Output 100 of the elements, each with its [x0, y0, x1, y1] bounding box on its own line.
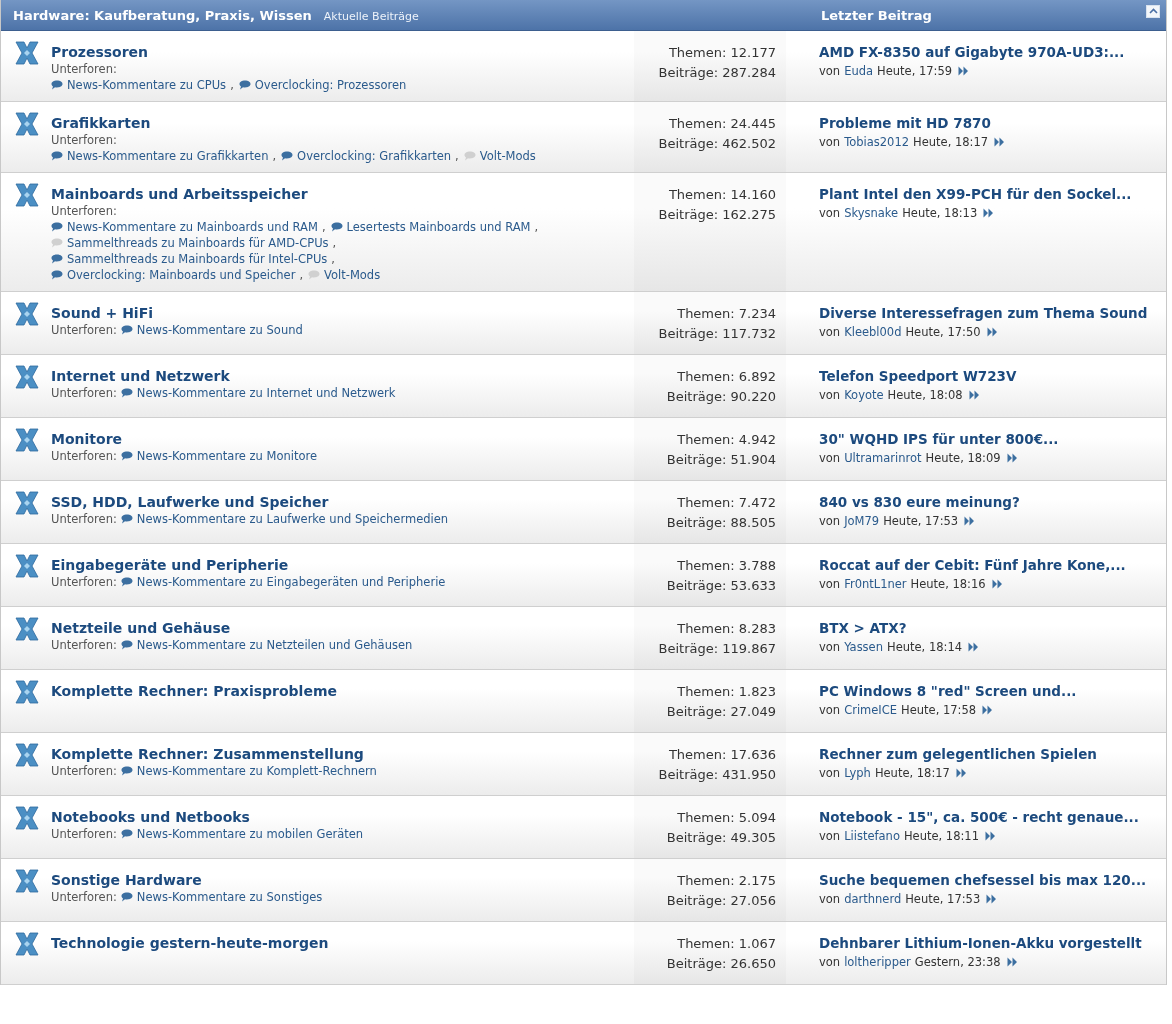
- author-link[interactable]: Skysnake: [844, 204, 899, 222]
- forum-title[interactable]: Mainboards und Arbeitsspeicher: [51, 185, 630, 203]
- subforum-link[interactable]: Lesertests Mainboards und RAM: [346, 220, 531, 234]
- last-post-title[interactable]: Dehnbarer Lithium-Ionen-Akku vorgestellt: [819, 933, 1162, 953]
- separator-comma: ,: [534, 220, 539, 234]
- by-label: von: [819, 639, 841, 656]
- subforum-link[interactable]: News-Kommentare zu Monitore: [136, 449, 318, 463]
- recent-posts-link[interactable]: Aktuelle Beiträge: [323, 9, 419, 23]
- forum-title[interactable]: Monitore: [51, 430, 630, 448]
- by-label: von: [819, 450, 841, 467]
- go-to-post-icon[interactable]: [958, 66, 970, 76]
- subforums-label: Unterforen:: [51, 512, 117, 526]
- subforum-link[interactable]: Overclocking: Mainboards und Speicher: [67, 268, 296, 282]
- post-time: Heute, 18:17: [874, 765, 950, 782]
- forum-title[interactable]: Sound + HiFi: [51, 304, 630, 322]
- go-to-post-icon[interactable]: [1006, 453, 1018, 463]
- go-to-post-icon[interactable]: [968, 642, 980, 652]
- subforum-link[interactable]: News-Kommentare zu Sound: [136, 323, 303, 337]
- forum-title[interactable]: Technologie gestern-heute-morgen: [51, 934, 630, 952]
- last-post-title[interactable]: Roccat auf der Cebit: Fünf Jahre Kone,...: [819, 555, 1162, 575]
- go-to-post-icon[interactable]: [982, 705, 994, 715]
- last-post-title[interactable]: PC Windows 8 "red" Screen und...: [819, 681, 1162, 701]
- author-link[interactable]: JoM79: [844, 512, 880, 530]
- forum-title[interactable]: Netzteile und Gehäuse: [51, 619, 630, 637]
- subforum-link[interactable]: Overclocking: Grafikkarten: [297, 149, 452, 163]
- forum-title[interactable]: Notebooks und Netbooks: [51, 808, 630, 826]
- go-to-post-icon[interactable]: [1006, 957, 1018, 967]
- author-link[interactable]: Tobias2012: [844, 133, 910, 151]
- forum-title[interactable]: Grafikkarten: [51, 114, 630, 132]
- subforum-link[interactable]: News-Kommentare zu Eingabegeräten und Peripherie: [136, 575, 446, 589]
- last-post-title[interactable]: Plant Intel den X99-PCH für den Sockel...: [819, 184, 1162, 204]
- forum-title[interactable]: SSD, HDD, Laufwerke und Speicher: [51, 493, 630, 511]
- forum-title[interactable]: Sonstige Hardware: [51, 871, 630, 889]
- forum-title[interactable]: Komplette Rechner: Praxisprobleme: [51, 682, 630, 700]
- author-link[interactable]: loltheripper: [844, 953, 911, 971]
- topic-count: Themen: 6.892: [677, 368, 776, 386]
- author-link[interactable]: Koyote: [844, 386, 884, 404]
- post-count: Beiträge: 462.502: [658, 135, 776, 153]
- go-to-post-icon[interactable]: [994, 137, 1006, 147]
- last-post-title[interactable]: Notebook - 15", ca. 500€ - recht genaue...: [819, 807, 1162, 827]
- go-to-post-icon[interactable]: [983, 208, 995, 218]
- go-to-post-icon[interactable]: [955, 768, 967, 778]
- post-count: Beiträge: 26.650: [666, 955, 776, 973]
- last-post-title[interactable]: Suche bequemen chefsessel bis max 120...: [819, 870, 1162, 890]
- author-link[interactable]: Euda: [844, 62, 874, 80]
- last-post-title[interactable]: Diverse Interessefragen zum Thema Sound: [819, 303, 1162, 323]
- separator-comma: ,: [230, 78, 234, 92]
- forum-icon: [15, 554, 39, 578]
- forum-icon: [15, 491, 39, 515]
- post-time: Heute, 17:59: [877, 63, 953, 80]
- author-link[interactable]: CrimeICE: [844, 701, 898, 719]
- last-post-title[interactable]: Probleme mit HD 7870: [819, 113, 1162, 133]
- author-link[interactable]: darthnerd: [844, 890, 902, 908]
- topic-count: Themen: 8.283: [677, 620, 776, 638]
- author-link[interactable]: Kleebl00d: [844, 323, 902, 341]
- subforum-link[interactable]: News-Kommentare zu Komplett-Rechnern: [136, 764, 377, 778]
- post-count: Beiträge: 119.867: [658, 640, 776, 658]
- post-count: Beiträge: 162.275: [658, 206, 776, 224]
- subforum-link[interactable]: News-Kommentare zu Laufwerke und Speichermedien: [136, 512, 449, 526]
- subforum-link[interactable]: Sammelthreads zu Mainboards für Intel-CPUs: [67, 252, 328, 266]
- subforum-link[interactable]: News-Kommentare zu mobilen Geräten: [136, 827, 364, 841]
- subforum-link[interactable]: News-Kommentare zu Netzteilen und Gehäusen: [136, 638, 413, 652]
- author-link[interactable]: Liistefano: [844, 827, 900, 845]
- subforum-link[interactable]: Volt-Mods: [324, 268, 381, 282]
- forum-title[interactable]: Prozessoren: [51, 43, 630, 61]
- last-post-title[interactable]: AMD FX-8350 auf Gigabyte 970A-UD3:...: [819, 42, 1162, 62]
- forum-icon: [15, 112, 39, 136]
- go-to-post-icon[interactable]: [964, 516, 976, 526]
- author-link[interactable]: Ultramarinrot: [844, 449, 922, 467]
- collapse-button[interactable]: [1146, 4, 1160, 18]
- subforum-link[interactable]: News-Kommentare zu Grafikkarten: [67, 149, 269, 163]
- forum-title[interactable]: Internet und Netzwerk: [51, 367, 630, 385]
- last-post-title[interactable]: 30" WQHD IPS für unter 800€...: [819, 429, 1162, 449]
- subforum-link[interactable]: Sammelthreads zu Mainboards für AMD-CPUs: [67, 236, 329, 250]
- author-link[interactable]: Yassen: [844, 638, 883, 656]
- subforum-link[interactable]: News-Kommentare zu Mainboards und RAM: [67, 220, 318, 234]
- subforums-label: Unterforen:: [51, 203, 118, 219]
- last-post-title[interactable]: BTX > ATX?: [819, 618, 1162, 638]
- author-link[interactable]: Lyph: [844, 764, 871, 782]
- category-title[interactable]: Hardware: Kaufberatung, Praxis, Wissen: [13, 7, 312, 23]
- go-to-post-icon[interactable]: [968, 390, 980, 400]
- subforum-link[interactable]: News-Kommentare zu Internet und Netzwerk: [136, 386, 396, 400]
- last-post-title[interactable]: Telefon Speedport W723V: [819, 366, 1162, 386]
- post-time: Heute, 17:53: [883, 513, 959, 530]
- subforum-link[interactable]: Overclocking: Prozessoren: [254, 78, 407, 92]
- topic-count: Themen: 4.942: [677, 431, 776, 449]
- go-to-post-icon[interactable]: [985, 831, 996, 841]
- subforum-link[interactable]: News-Kommentare zu CPUs: [67, 78, 227, 92]
- forum-title[interactable]: Komplette Rechner: Zusammenstellung: [51, 745, 630, 763]
- subforum-link[interactable]: Volt-Mods: [479, 149, 536, 163]
- last-post-title[interactable]: Rechner zum gelegentlichen Spielen: [819, 744, 1162, 764]
- topic-count: Themen: 7.234: [677, 305, 776, 323]
- subforum-link[interactable]: News-Kommentare zu Sonstiges: [136, 890, 323, 904]
- go-to-post-icon[interactable]: [986, 894, 998, 904]
- last-post-title[interactable]: 840 vs 830 eure meinung?: [819, 492, 1162, 512]
- author-link[interactable]: Fr0ntL1ner: [844, 575, 907, 593]
- go-to-post-icon[interactable]: [991, 579, 1003, 589]
- post-time: Gestern, 23:38: [914, 954, 1001, 971]
- forum-title[interactable]: Eingabegeräte und Peripherie: [51, 556, 630, 574]
- go-to-post-icon[interactable]: [986, 327, 998, 337]
